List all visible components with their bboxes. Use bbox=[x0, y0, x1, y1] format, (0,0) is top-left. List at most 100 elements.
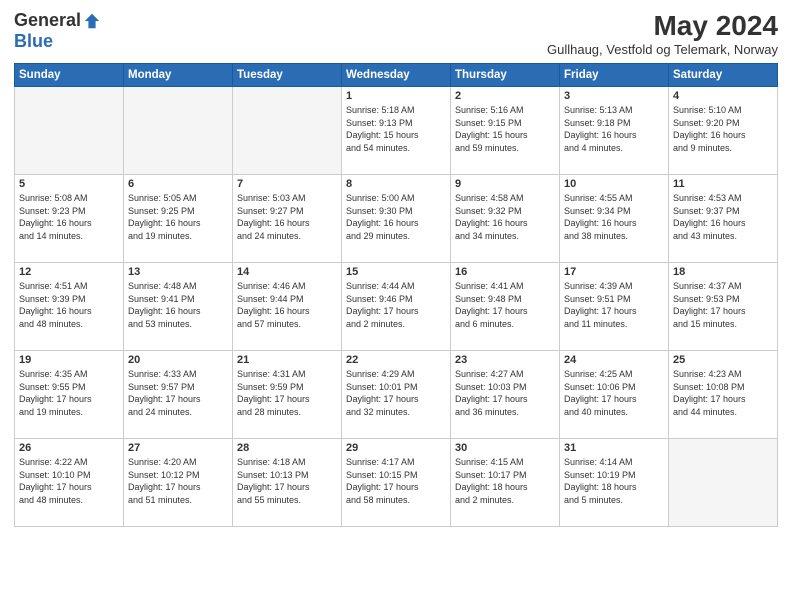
day-number: 1 bbox=[346, 90, 446, 102]
day-number: 3 bbox=[564, 90, 664, 102]
logo-general-text: General bbox=[14, 10, 81, 31]
day-number: 24 bbox=[564, 354, 664, 366]
cell-content: Sunrise: 4:20 AM Sunset: 10:12 PM Daylig… bbox=[128, 456, 228, 506]
day-number: 5 bbox=[19, 178, 119, 190]
day-number: 25 bbox=[673, 354, 773, 366]
col-wednesday: Wednesday bbox=[342, 64, 451, 87]
cell-content: Sunrise: 4:14 AM Sunset: 10:19 PM Daylig… bbox=[564, 456, 664, 506]
col-sunday: Sunday bbox=[15, 64, 124, 87]
cell-content: Sunrise: 4:33 AM Sunset: 9:57 PM Dayligh… bbox=[128, 368, 228, 418]
table-row: 12 Sunrise: 4:51 AM Sunset: 9:39 PM Dayli… bbox=[15, 263, 124, 351]
table-row: 19 Sunrise: 4:35 AM Sunset: 9:55 PM Dayli… bbox=[15, 351, 124, 439]
table-row: 26 Sunrise: 4:22 AM Sunset: 10:10 PM Dayl… bbox=[15, 439, 124, 527]
cell-content: Sunrise: 4:27 AM Sunset: 10:03 PM Daylig… bbox=[455, 368, 555, 418]
cell-content: Sunrise: 4:31 AM Sunset: 9:59 PM Dayligh… bbox=[237, 368, 337, 418]
col-thursday: Thursday bbox=[451, 64, 560, 87]
table-row bbox=[669, 439, 778, 527]
table-row: 8 Sunrise: 5:00 AM Sunset: 9:30 PM Daylig… bbox=[342, 175, 451, 263]
table-row bbox=[124, 87, 233, 175]
cell-content: Sunrise: 5:10 AM Sunset: 9:20 PM Dayligh… bbox=[673, 104, 773, 154]
cell-content: Sunrise: 4:22 AM Sunset: 10:10 PM Daylig… bbox=[19, 456, 119, 506]
cell-content: Sunrise: 4:29 AM Sunset: 10:01 PM Daylig… bbox=[346, 368, 446, 418]
cell-content: Sunrise: 5:16 AM Sunset: 9:15 PM Dayligh… bbox=[455, 104, 555, 154]
cell-content: Sunrise: 4:18 AM Sunset: 10:13 PM Daylig… bbox=[237, 456, 337, 506]
table-row: 11 Sunrise: 4:53 AM Sunset: 9:37 PM Dayli… bbox=[669, 175, 778, 263]
col-saturday: Saturday bbox=[669, 64, 778, 87]
cell-content: Sunrise: 5:03 AM Sunset: 9:27 PM Dayligh… bbox=[237, 192, 337, 242]
day-number: 31 bbox=[564, 442, 664, 454]
table-row: 2Sunrise: 5:16 AM Sunset: 9:15 PM Daylig… bbox=[451, 87, 560, 175]
calendar-week-row: 12 Sunrise: 4:51 AM Sunset: 9:39 PM Dayli… bbox=[15, 263, 778, 351]
cell-content: Sunrise: 4:37 AM Sunset: 9:53 PM Dayligh… bbox=[673, 280, 773, 330]
table-row: 30Sunrise: 4:15 AM Sunset: 10:17 PM Dayl… bbox=[451, 439, 560, 527]
table-row: 15 Sunrise: 4:44 AM Sunset: 9:46 PM Dayli… bbox=[342, 263, 451, 351]
table-row: 21Sunrise: 4:31 AM Sunset: 9:59 PM Dayli… bbox=[233, 351, 342, 439]
cell-content: Sunrise: 4:48 AM Sunset: 9:41 PM Dayligh… bbox=[128, 280, 228, 330]
table-row: 5 Sunrise: 5:08 AM Sunset: 9:23 PM Daylig… bbox=[15, 175, 124, 263]
cell-content: Sunrise: 4:51 AM Sunset: 9:39 PM Dayligh… bbox=[19, 280, 119, 330]
cell-content: Sunrise: 4:41 AM Sunset: 9:48 PM Dayligh… bbox=[455, 280, 555, 330]
table-row: 18 Sunrise: 4:37 AM Sunset: 9:53 PM Dayli… bbox=[669, 263, 778, 351]
cell-content: Sunrise: 4:53 AM Sunset: 9:37 PM Dayligh… bbox=[673, 192, 773, 242]
cell-content: Sunrise: 5:18 AM Sunset: 9:13 PM Dayligh… bbox=[346, 104, 446, 154]
day-number: 28 bbox=[237, 442, 337, 454]
col-monday: Monday bbox=[124, 64, 233, 87]
day-number: 14 bbox=[237, 266, 337, 278]
day-number: 19 bbox=[19, 354, 119, 366]
day-number: 11 bbox=[673, 178, 773, 190]
calendar-week-row: 1 Sunrise: 5:18 AM Sunset: 9:13 PM Daylig… bbox=[15, 87, 778, 175]
table-row: 24 Sunrise: 4:25 AM Sunset: 10:06 PM Dayl… bbox=[560, 351, 669, 439]
day-number: 30 bbox=[455, 442, 555, 454]
cell-content: Sunrise: 4:39 AM Sunset: 9:51 PM Dayligh… bbox=[564, 280, 664, 330]
table-row: 4 Sunrise: 5:10 AM Sunset: 9:20 PM Daylig… bbox=[669, 87, 778, 175]
day-number: 23 bbox=[455, 354, 555, 366]
cell-content: Sunrise: 4:17 AM Sunset: 10:15 PM Daylig… bbox=[346, 456, 446, 506]
logo-icon bbox=[83, 12, 101, 30]
day-number: 18 bbox=[673, 266, 773, 278]
calendar-header-row: Sunday Monday Tuesday Wednesday Thursday… bbox=[15, 64, 778, 87]
cell-content: Sunrise: 4:44 AM Sunset: 9:46 PM Dayligh… bbox=[346, 280, 446, 330]
calendar-table: Sunday Monday Tuesday Wednesday Thursday… bbox=[14, 63, 778, 527]
day-number: 16 bbox=[455, 266, 555, 278]
day-number: 15 bbox=[346, 266, 446, 278]
cell-content: Sunrise: 4:23 AM Sunset: 10:08 PM Daylig… bbox=[673, 368, 773, 418]
calendar-week-row: 19 Sunrise: 4:35 AM Sunset: 9:55 PM Dayli… bbox=[15, 351, 778, 439]
day-number: 27 bbox=[128, 442, 228, 454]
cell-content: Sunrise: 5:08 AM Sunset: 9:23 PM Dayligh… bbox=[19, 192, 119, 242]
cell-content: Sunrise: 4:35 AM Sunset: 9:55 PM Dayligh… bbox=[19, 368, 119, 418]
day-number: 8 bbox=[346, 178, 446, 190]
calendar-week-row: 5 Sunrise: 5:08 AM Sunset: 9:23 PM Daylig… bbox=[15, 175, 778, 263]
day-number: 9 bbox=[455, 178, 555, 190]
logo: General Blue bbox=[14, 10, 101, 52]
cell-content: Sunrise: 4:55 AM Sunset: 9:34 PM Dayligh… bbox=[564, 192, 664, 242]
table-row: 10 Sunrise: 4:55 AM Sunset: 9:34 PM Dayli… bbox=[560, 175, 669, 263]
cell-content: Sunrise: 4:58 AM Sunset: 9:32 PM Dayligh… bbox=[455, 192, 555, 242]
table-row bbox=[15, 87, 124, 175]
table-row: 3Sunrise: 5:13 AM Sunset: 9:18 PM Daylig… bbox=[560, 87, 669, 175]
cell-content: Sunrise: 4:25 AM Sunset: 10:06 PM Daylig… bbox=[564, 368, 664, 418]
table-row: 1 Sunrise: 5:18 AM Sunset: 9:13 PM Daylig… bbox=[342, 87, 451, 175]
logo-blue-text: Blue bbox=[14, 31, 53, 52]
day-number: 4 bbox=[673, 90, 773, 102]
header: General Blue May 2024 Gullhaug, Vestfold… bbox=[14, 10, 778, 57]
table-row: 29Sunrise: 4:17 AM Sunset: 10:15 PM Dayl… bbox=[342, 439, 451, 527]
cell-content: Sunrise: 4:46 AM Sunset: 9:44 PM Dayligh… bbox=[237, 280, 337, 330]
table-row: 16 Sunrise: 4:41 AM Sunset: 9:48 PM Dayli… bbox=[451, 263, 560, 351]
day-number: 6 bbox=[128, 178, 228, 190]
table-row: 28 Sunrise: 4:18 AM Sunset: 10:13 PM Dayl… bbox=[233, 439, 342, 527]
table-row: 23 Sunrise: 4:27 AM Sunset: 10:03 PM Dayl… bbox=[451, 351, 560, 439]
table-row: 17Sunrise: 4:39 AM Sunset: 9:51 PM Dayli… bbox=[560, 263, 669, 351]
table-row: 27 Sunrise: 4:20 AM Sunset: 10:12 PM Dayl… bbox=[124, 439, 233, 527]
cell-content: Sunrise: 5:05 AM Sunset: 9:25 PM Dayligh… bbox=[128, 192, 228, 242]
location: Gullhaug, Vestfold og Telemark, Norway bbox=[547, 42, 778, 57]
day-number: 26 bbox=[19, 442, 119, 454]
page: General Blue May 2024 Gullhaug, Vestfold… bbox=[0, 0, 792, 612]
table-row bbox=[233, 87, 342, 175]
day-number: 12 bbox=[19, 266, 119, 278]
day-number: 10 bbox=[564, 178, 664, 190]
table-row: 31 Sunrise: 4:14 AM Sunset: 10:19 PM Dayl… bbox=[560, 439, 669, 527]
table-row: 13Sunrise: 4:48 AM Sunset: 9:41 PM Dayli… bbox=[124, 263, 233, 351]
day-number: 7 bbox=[237, 178, 337, 190]
cell-content: Sunrise: 5:00 AM Sunset: 9:30 PM Dayligh… bbox=[346, 192, 446, 242]
title-block: May 2024 Gullhaug, Vestfold og Telemark,… bbox=[547, 10, 778, 57]
